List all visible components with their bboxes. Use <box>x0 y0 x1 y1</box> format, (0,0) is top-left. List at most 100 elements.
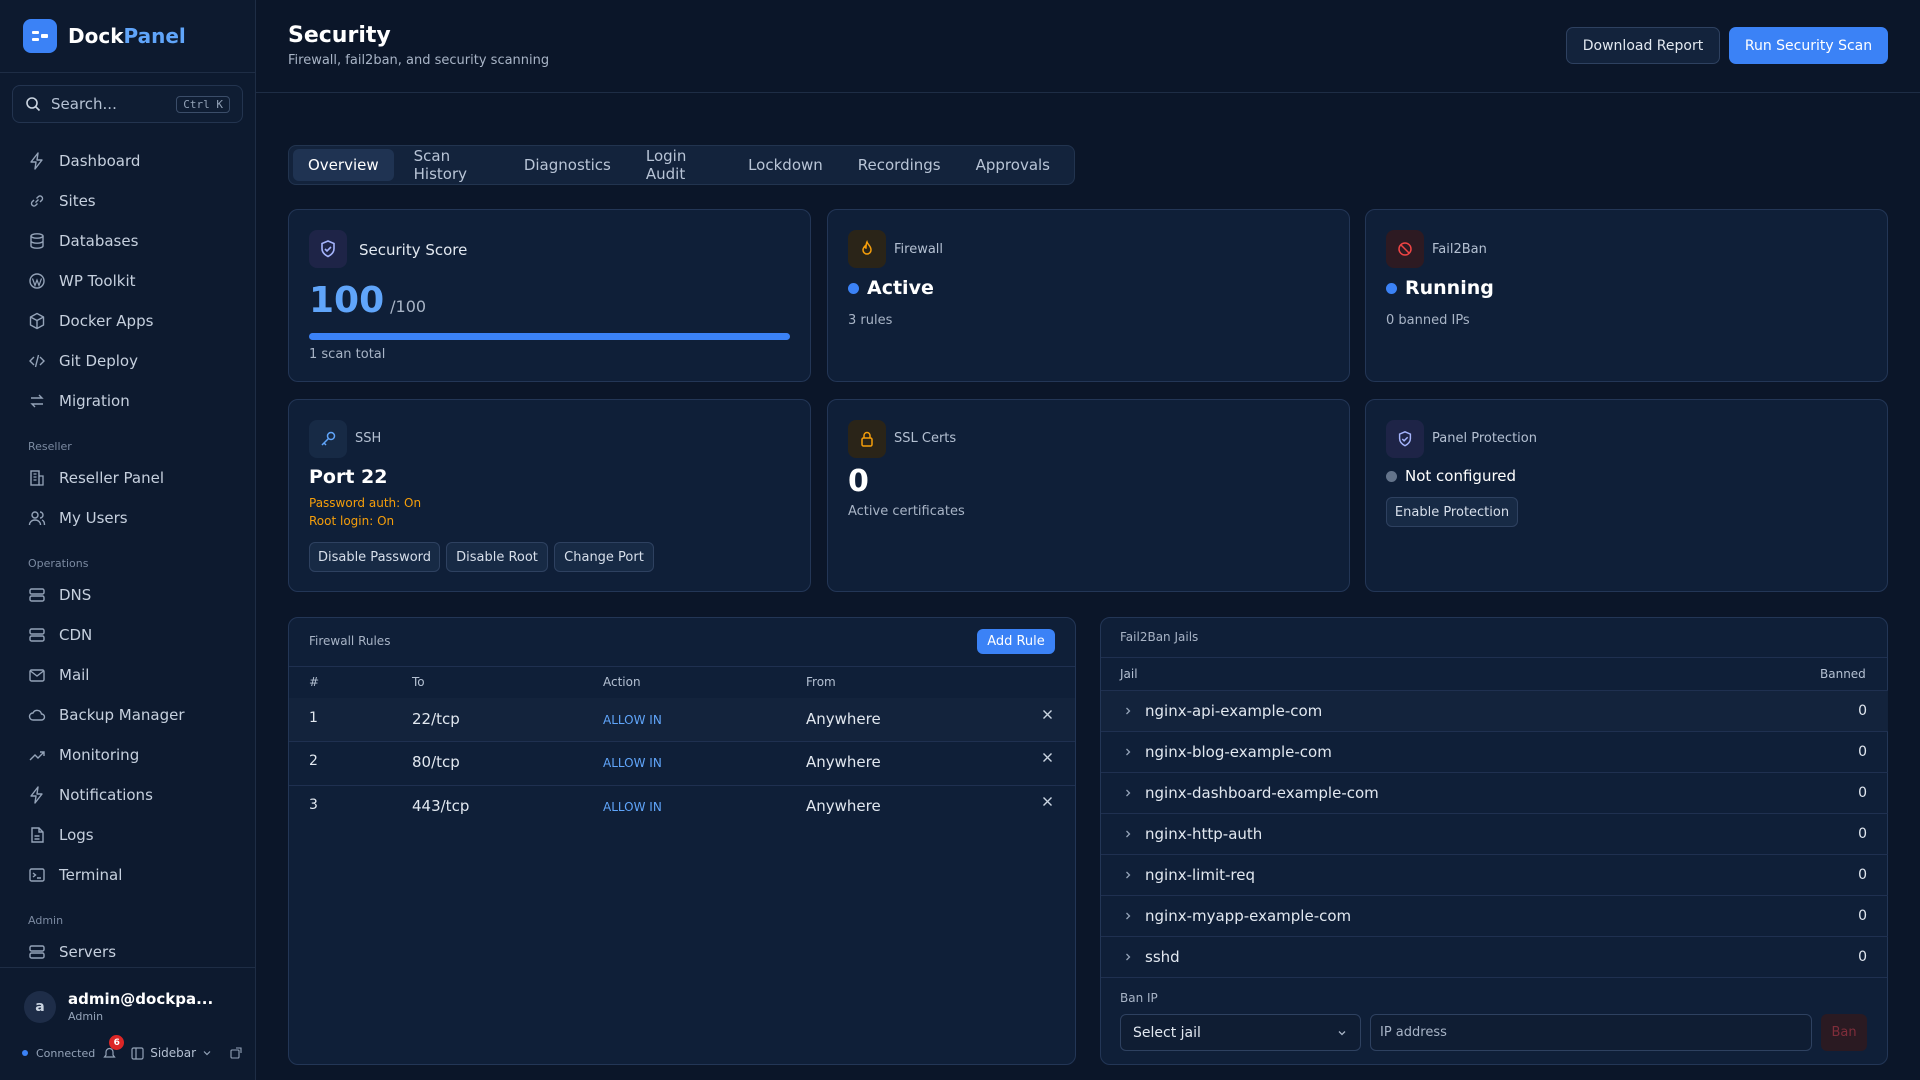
delete-rule-icon[interactable] <box>1042 709 1053 720</box>
firewall-note: 3 rules <box>848 313 893 328</box>
brand[interactable]: DockPanel <box>23 19 186 53</box>
status-value: Active <box>867 277 934 299</box>
sidebar-item-label: Monitoring <box>59 746 140 764</box>
sidebar-item-logs[interactable]: Logs <box>28 823 94 847</box>
sidebar-item-my-users[interactable]: My Users <box>28 506 128 530</box>
connection-status: Connected <box>36 1046 96 1060</box>
col-header-to: To <box>412 675 425 689</box>
user-menu[interactable]: a admin@dockpa... Admin <box>24 990 213 1023</box>
download-report-button[interactable]: Download Report <box>1566 27 1720 64</box>
box-icon <box>29 312 45 330</box>
jail-row-sshd[interactable]: sshd 0 <box>1101 936 1888 977</box>
col-header-number: # <box>309 675 320 689</box>
root-login-status: Root login: On <box>309 514 395 528</box>
sidebar-item-migration[interactable]: Migration <box>28 389 130 413</box>
sidebar-section-title: Operations <box>28 557 89 570</box>
rule-to: 80/tcp <box>412 753 460 771</box>
card-title: Firewall <box>894 242 944 257</box>
sidebar-item-label: Git Deploy <box>59 352 138 370</box>
status-value: Running <box>1405 277 1494 299</box>
tab-recordings[interactable]: Recordings <box>843 149 956 181</box>
jail-row-nginx-http-auth[interactable]: nginx-http-auth 0 <box>1101 813 1888 854</box>
flame-icon <box>848 230 886 268</box>
sidebar-item-dashboard[interactable]: Dashboard <box>28 149 140 173</box>
sidebar-item-monitoring[interactable]: Monitoring <box>28 743 139 767</box>
jail-name: nginx-http-auth <box>1145 825 1263 843</box>
ban-button[interactable]: Ban <box>1821 1014 1867 1051</box>
sidebar-item-git-deploy[interactable]: Git Deploy <box>28 349 138 373</box>
tab-approvals[interactable]: Approvals <box>961 149 1065 181</box>
jail-name: nginx-dashboard-example-com <box>1145 784 1379 802</box>
panel-title: Firewall Rules <box>309 634 391 648</box>
tab-overview[interactable]: Overview <box>293 149 394 181</box>
logo-icon <box>23 19 57 53</box>
run-security-scan-button[interactable]: Run Security Scan <box>1729 27 1888 64</box>
score-max: /100 <box>390 297 427 316</box>
sidebar-item-label: Notifications <box>59 786 153 804</box>
delete-rule-icon[interactable] <box>1042 796 1053 807</box>
sidebar-item-reseller-panel[interactable]: Reseller Panel <box>28 466 164 490</box>
fail2ban-note: 0 banned IPs <box>1386 313 1470 328</box>
sidebar-item-sites[interactable]: Sites <box>28 189 96 213</box>
rule-from: Anywhere <box>806 710 881 728</box>
disable-password-button[interactable]: Disable Password <box>309 542 440 572</box>
sidebar-item-mail[interactable]: Mail <box>28 663 89 687</box>
panel-title: Fail2Ban Jails <box>1120 630 1199 644</box>
arrows-icon <box>30 394 44 408</box>
change-port-button[interactable]: Change Port <box>554 542 654 572</box>
select-value: Select jail <box>1133 1024 1201 1041</box>
search-placeholder: Search... <box>51 95 117 113</box>
sidebar-item-notifications[interactable]: Notifications <box>28 783 153 807</box>
sidebar-item-dns[interactable]: DNS <box>28 583 91 607</box>
notifications-button[interactable]: 6 <box>103 1035 125 1061</box>
sidebar-item-cdn[interactable]: CDN <box>28 623 92 647</box>
select-jail-dropdown[interactable]: Select jail <box>1120 1014 1361 1051</box>
layout-icon <box>131 1046 144 1060</box>
connection-dot <box>22 1050 28 1056</box>
code-icon <box>29 354 45 368</box>
jail-name: nginx-api-example-com <box>1145 702 1323 720</box>
enable-protection-button[interactable]: Enable Protection <box>1386 497 1518 527</box>
tab-lockdown[interactable]: Lockdown <box>733 149 838 181</box>
ssh-port: Port 22 <box>309 466 388 488</box>
tab-login-audit[interactable]: Login Audit <box>631 147 728 183</box>
fail2ban-status: Running <box>1386 277 1494 299</box>
tab-diagnostics[interactable]: Diagnostics <box>509 149 626 181</box>
server-icon <box>29 588 45 602</box>
card-title: Fail2Ban <box>1432 242 1487 257</box>
jail-row-nginx-limit-req[interactable]: nginx-limit-req 0 <box>1101 854 1888 895</box>
sidebar-item-label: Terminal <box>59 866 123 884</box>
sidebar-item-label: Dashboard <box>59 152 141 170</box>
server-icon <box>29 945 45 959</box>
delete-rule-icon[interactable] <box>1042 752 1053 763</box>
sidebar-toggle[interactable]: Sidebar <box>131 1046 212 1060</box>
sidebar-item-terminal[interactable]: Terminal <box>28 863 122 887</box>
chevron-down-icon <box>203 1051 211 1056</box>
link-icon <box>30 195 44 207</box>
jail-row-nginx-dashboard-example-com[interactable]: nginx-dashboard-example-com 0 <box>1101 772 1888 813</box>
user-role: Admin <box>68 1010 104 1023</box>
chevron-right-icon <box>1126 748 1131 756</box>
disable-root-button[interactable]: Disable Root <box>446 542 548 572</box>
jail-row-nginx-myapp-example-com[interactable]: nginx-myapp-example-com 0 <box>1101 895 1888 936</box>
search-input[interactable]: Search... Ctrl K <box>12 85 243 123</box>
password-auth-status: Password auth: On <box>309 496 422 510</box>
sidebar-item-label: Backup Manager <box>59 706 185 724</box>
ip-address-input[interactable]: IP address <box>1370 1014 1812 1051</box>
sidebar-item-backup-manager[interactable]: Backup Manager <box>28 703 185 727</box>
database-icon <box>30 233 44 249</box>
external-link-icon[interactable] <box>230 1047 242 1059</box>
sidebar: DockPanel Search... Ctrl K Dashboard Site… <box>0 0 256 1080</box>
score-progress-fill <box>309 333 790 340</box>
fail2ban-card: Fail2Ban Running 0 banned IPs <box>1365 209 1888 382</box>
sidebar-item-databases[interactable]: Databases <box>28 229 138 253</box>
jail-name: nginx-myapp-example-com <box>1145 907 1352 925</box>
tab-scan-history[interactable]: Scan History <box>399 147 504 183</box>
add-rule-button[interactable]: Add Rule <box>977 629 1055 654</box>
jail-row-nginx-api-example-com[interactable]: nginx-api-example-com 0 <box>1101 690 1888 731</box>
sidebar-item-wp-toolkit[interactable]: WP Toolkit <box>28 269 136 293</box>
sidebar-item-docker-apps[interactable]: Docker Apps <box>28 309 153 333</box>
chevron-right-icon <box>1126 912 1131 920</box>
sidebar-item-servers[interactable]: Servers <box>28 940 116 964</box>
jail-row-nginx-blog-example-com[interactable]: nginx-blog-example-com 0 <box>1101 731 1888 772</box>
